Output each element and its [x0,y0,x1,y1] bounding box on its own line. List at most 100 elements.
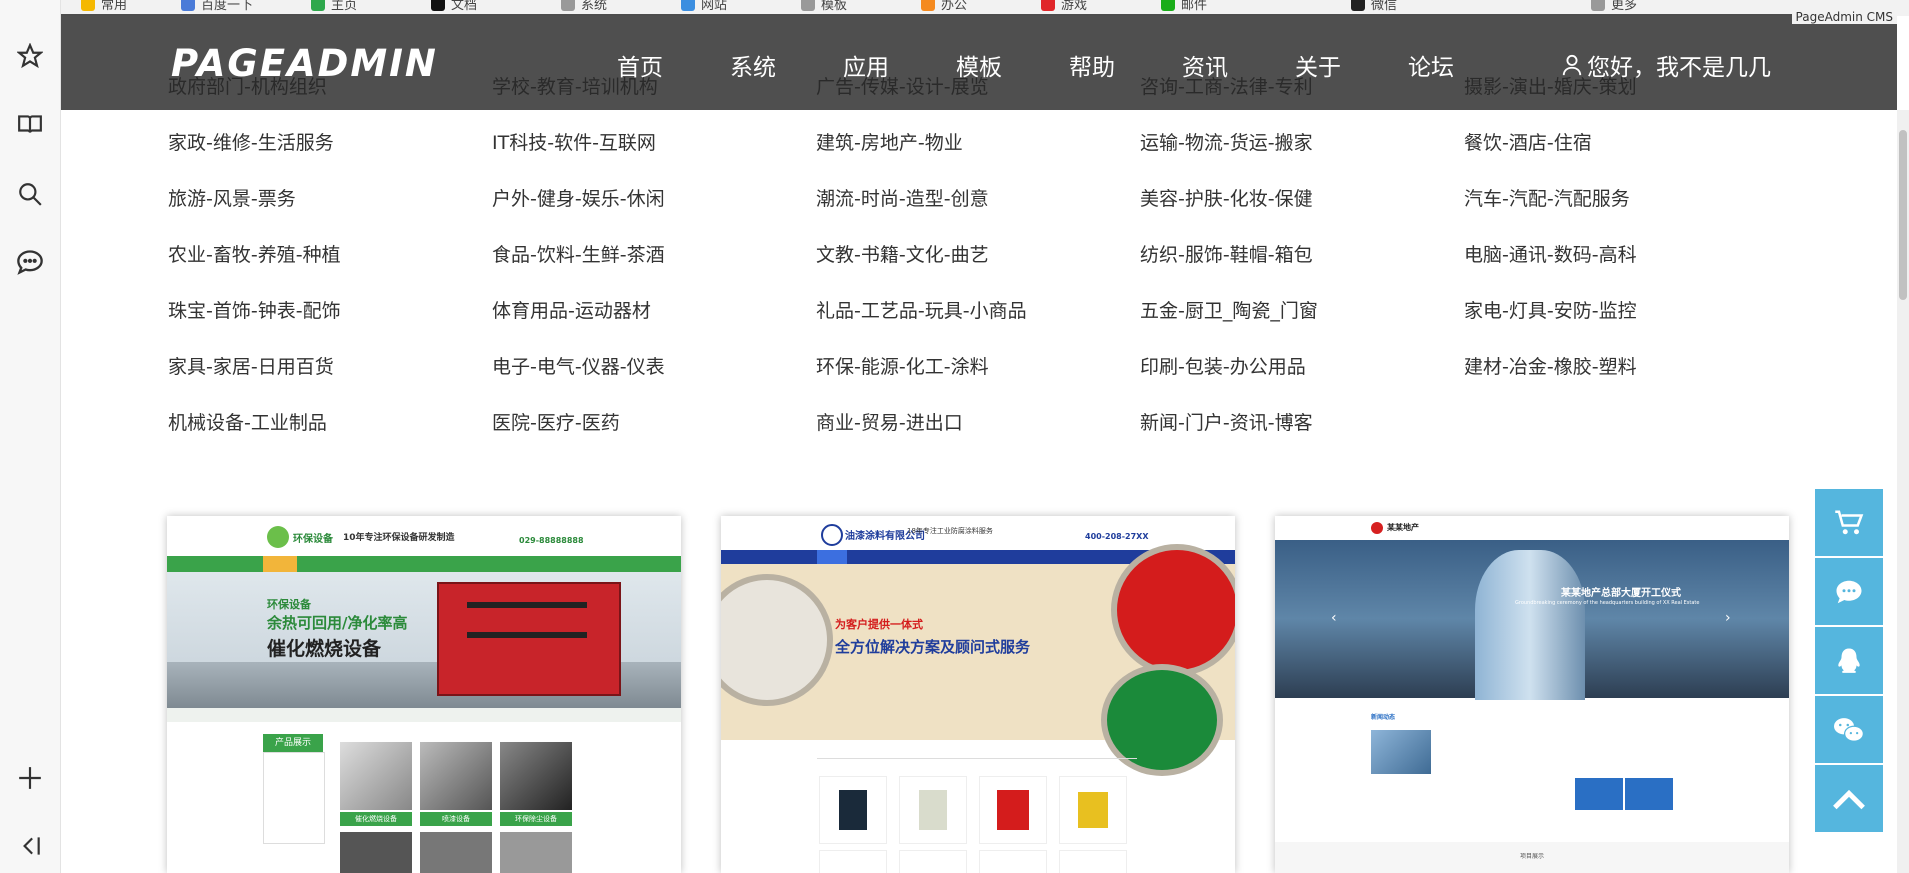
category-link[interactable]: 建筑-房地产-物业 [816,128,963,155]
nav-help[interactable]: 帮助 [1069,48,1115,82]
bookmark-item[interactable]: 主页 [311,0,357,13]
bookmark-item[interactable]: 游戏 [1041,0,1087,13]
thumb-hero: ‹ › 某某地产总部大厦开工仪式 Groundbreaking ceremony… [1275,540,1789,700]
scrollbar-thumb[interactable] [1899,130,1907,300]
cart-button[interactable] [1815,489,1883,556]
bookmark-item[interactable]: 办公 [921,0,967,13]
bookmark-item[interactable]: 邮件 [1161,0,1207,13]
thumb-nav [167,556,681,572]
category-link[interactable]: 家政-维修-生活服务 [168,128,334,155]
thumb-hero: 环保设备 余热可回用/净化率高 催化燃烧设备 [167,572,681,708]
bookmark-item[interactable]: 更多 [1591,0,1637,13]
category-link[interactable]: 家电-灯具-安防-监控 [1464,296,1637,323]
category-link[interactable]: 礼品-工艺品-玩具-小商品 [816,296,1027,323]
back-to-top-button[interactable] [1815,765,1883,832]
bookmark-icon [1161,0,1175,11]
bookmark-item[interactable]: 网站 [681,0,727,13]
nav-about[interactable]: 关于 [1295,48,1341,82]
thumb-header: 油漆涂料有限公司 18年专注工业防腐涂料服务 400-208-27XX [721,516,1235,550]
template-thumbnail-environmental[interactable]: 环保设备 10年专注环保设备研发制造 029-88888888 环保设备 余热可… [167,516,681,873]
thumb-hero-line2: 催化燃烧设备 [267,638,382,660]
category-link[interactable]: 农业-畜牧-养殖-种植 [168,240,341,267]
bookmark-item[interactable]: 文档 [431,0,477,13]
star-icon[interactable] [14,40,46,72]
thumb-side-title: 产品展示 [263,734,323,752]
bookmark-icon [431,0,445,11]
template-thumbnail-paint[interactable]: 油漆涂料有限公司 18年专注工业防腐涂料服务 400-208-27XX 为客户提… [721,516,1235,873]
nav-apps[interactable]: 应用 [843,48,889,82]
thumb-header: 某某地产 [1275,516,1789,540]
category-link[interactable]: 食品-饮料-生鲜-茶酒 [492,240,665,267]
thumb-brand: 某某地产 [1387,523,1419,532]
category-link[interactable]: 机械设备-工业制品 [168,408,327,435]
cart-icon [1835,510,1864,534]
wechat-button[interactable] [1815,696,1883,763]
category-link[interactable]: 珠宝-首饰-钟表-配饰 [168,296,341,323]
reading-list-icon[interactable] [14,108,46,140]
category-link[interactable]: 电子-电气-仪器-仪表 [492,352,665,379]
category-link[interactable]: 旅游-风景-票务 [168,184,296,211]
category-link[interactable]: 美容-护肤-化妆-保健 [1140,184,1313,211]
nav-forum[interactable]: 论坛 [1408,48,1454,82]
category-link[interactable]: 电脑-通讯-数码-高科 [1464,240,1637,267]
bookmark-icon [561,0,575,11]
bookmark-icon [1591,0,1605,11]
user-menu[interactable]: 您好，我不是几几 [1561,48,1771,82]
bookmark-item[interactable]: 百度一下 [181,0,253,13]
collapse-icon[interactable] [14,830,46,862]
bookmark-icon [311,0,325,11]
bookmark-item[interactable]: 模板 [801,0,847,13]
nav-system[interactable]: 系统 [730,48,776,82]
qq-button[interactable] [1815,627,1883,694]
thumb-header: 环保设备 10年专注环保设备研发制造 029-88888888 [167,516,681,556]
nav-templates[interactable]: 模板 [956,48,1002,82]
category-link[interactable]: IT科技-软件-互联网 [492,128,656,155]
thumb-hero-label: 环保设备 [267,598,311,611]
nav-news[interactable]: 资讯 [1182,48,1228,82]
search-icon[interactable] [14,178,46,210]
category-link[interactable]: 汽车-汽配-汽配服务 [1464,184,1630,211]
template-thumbnail-realestate[interactable]: 某某地产 ‹ › 某某地产总部大厦开工仪式 Groundbreaking cer… [1275,516,1789,873]
thumb-product-label: 催化燃烧设备 [340,812,412,826]
nav-home[interactable]: 首页 [617,48,663,82]
carousel-prev-icon[interactable]: ‹ [1331,610,1337,626]
category-link[interactable]: 户外-健身-娱乐-休闲 [492,184,665,211]
site-logo[interactable]: PAGEADMIN [171,42,438,85]
carousel-next-icon[interactable]: › [1725,610,1731,626]
user-greeting: 您好，我不是几几 [1587,55,1771,81]
message-button[interactable] [1815,558,1883,625]
category-link[interactable]: 餐饮-酒店-住宿 [1464,128,1592,155]
thumb-phone: 400-208-27XX [1085,532,1149,541]
estate-logo-icon [1371,522,1383,534]
bookmark-item[interactable]: 系统 [561,0,607,13]
thumb-slogan: 10年专注环保设备研发制造 [343,533,455,543]
qq-icon [1838,648,1860,673]
category-link[interactable]: 潮流-时尚-造型-创意 [816,184,989,211]
category-link[interactable]: 体育用品-运动器材 [492,296,651,323]
add-icon[interactable] [14,762,46,794]
page-scrollbar[interactable] [1897,110,1909,873]
paint-logo-icon [821,524,843,546]
category-link[interactable]: 文教-书籍-文化-曲艺 [816,240,989,267]
category-link[interactable]: 运输-物流-货运-搬家 [1140,128,1313,155]
thumb-hero-line1: 余热可回用/净化率高 [267,614,408,632]
category-link[interactable]: 医院-医疗-医药 [492,408,620,435]
category-link[interactable]: 印刷-包装-办公用品 [1140,352,1306,379]
bookmark-icon [921,0,935,11]
category-link[interactable]: 家具-家居-日用百货 [168,352,334,379]
cms-tag: PageAdmin CMS [1791,10,1897,24]
category-link[interactable]: 建材-冶金-橡胶-塑料 [1464,352,1637,379]
thumb-hero-line1: 某某地产总部大厦开工仪式 [1561,588,1681,599]
thumb-hero-line2: 全方位解决方案及顾问式服务 [835,638,1031,656]
category-link[interactable]: 纺织-服饰-鞋帽-箱包 [1140,240,1313,267]
wechat-icon [1834,717,1864,742]
bookmark-item[interactable]: 微信 [1351,0,1397,13]
chat-icon[interactable] [14,246,46,278]
bookmark-item[interactable]: 常用 [81,0,127,13]
category-link[interactable]: 新闻-门户-资讯-博客 [1140,408,1313,435]
thumb-hero-line2: Groundbreaking ceremony of the headquart… [1515,600,1700,606]
category-link[interactable]: 环保-能源-化工-涂料 [816,352,989,379]
category-link[interactable]: 商业-贸易-进出口 [816,408,963,435]
thumb-product-label: 喷漆设备 [420,812,492,826]
category-link[interactable]: 五金-厨卫_陶瓷_门窗 [1140,296,1318,323]
